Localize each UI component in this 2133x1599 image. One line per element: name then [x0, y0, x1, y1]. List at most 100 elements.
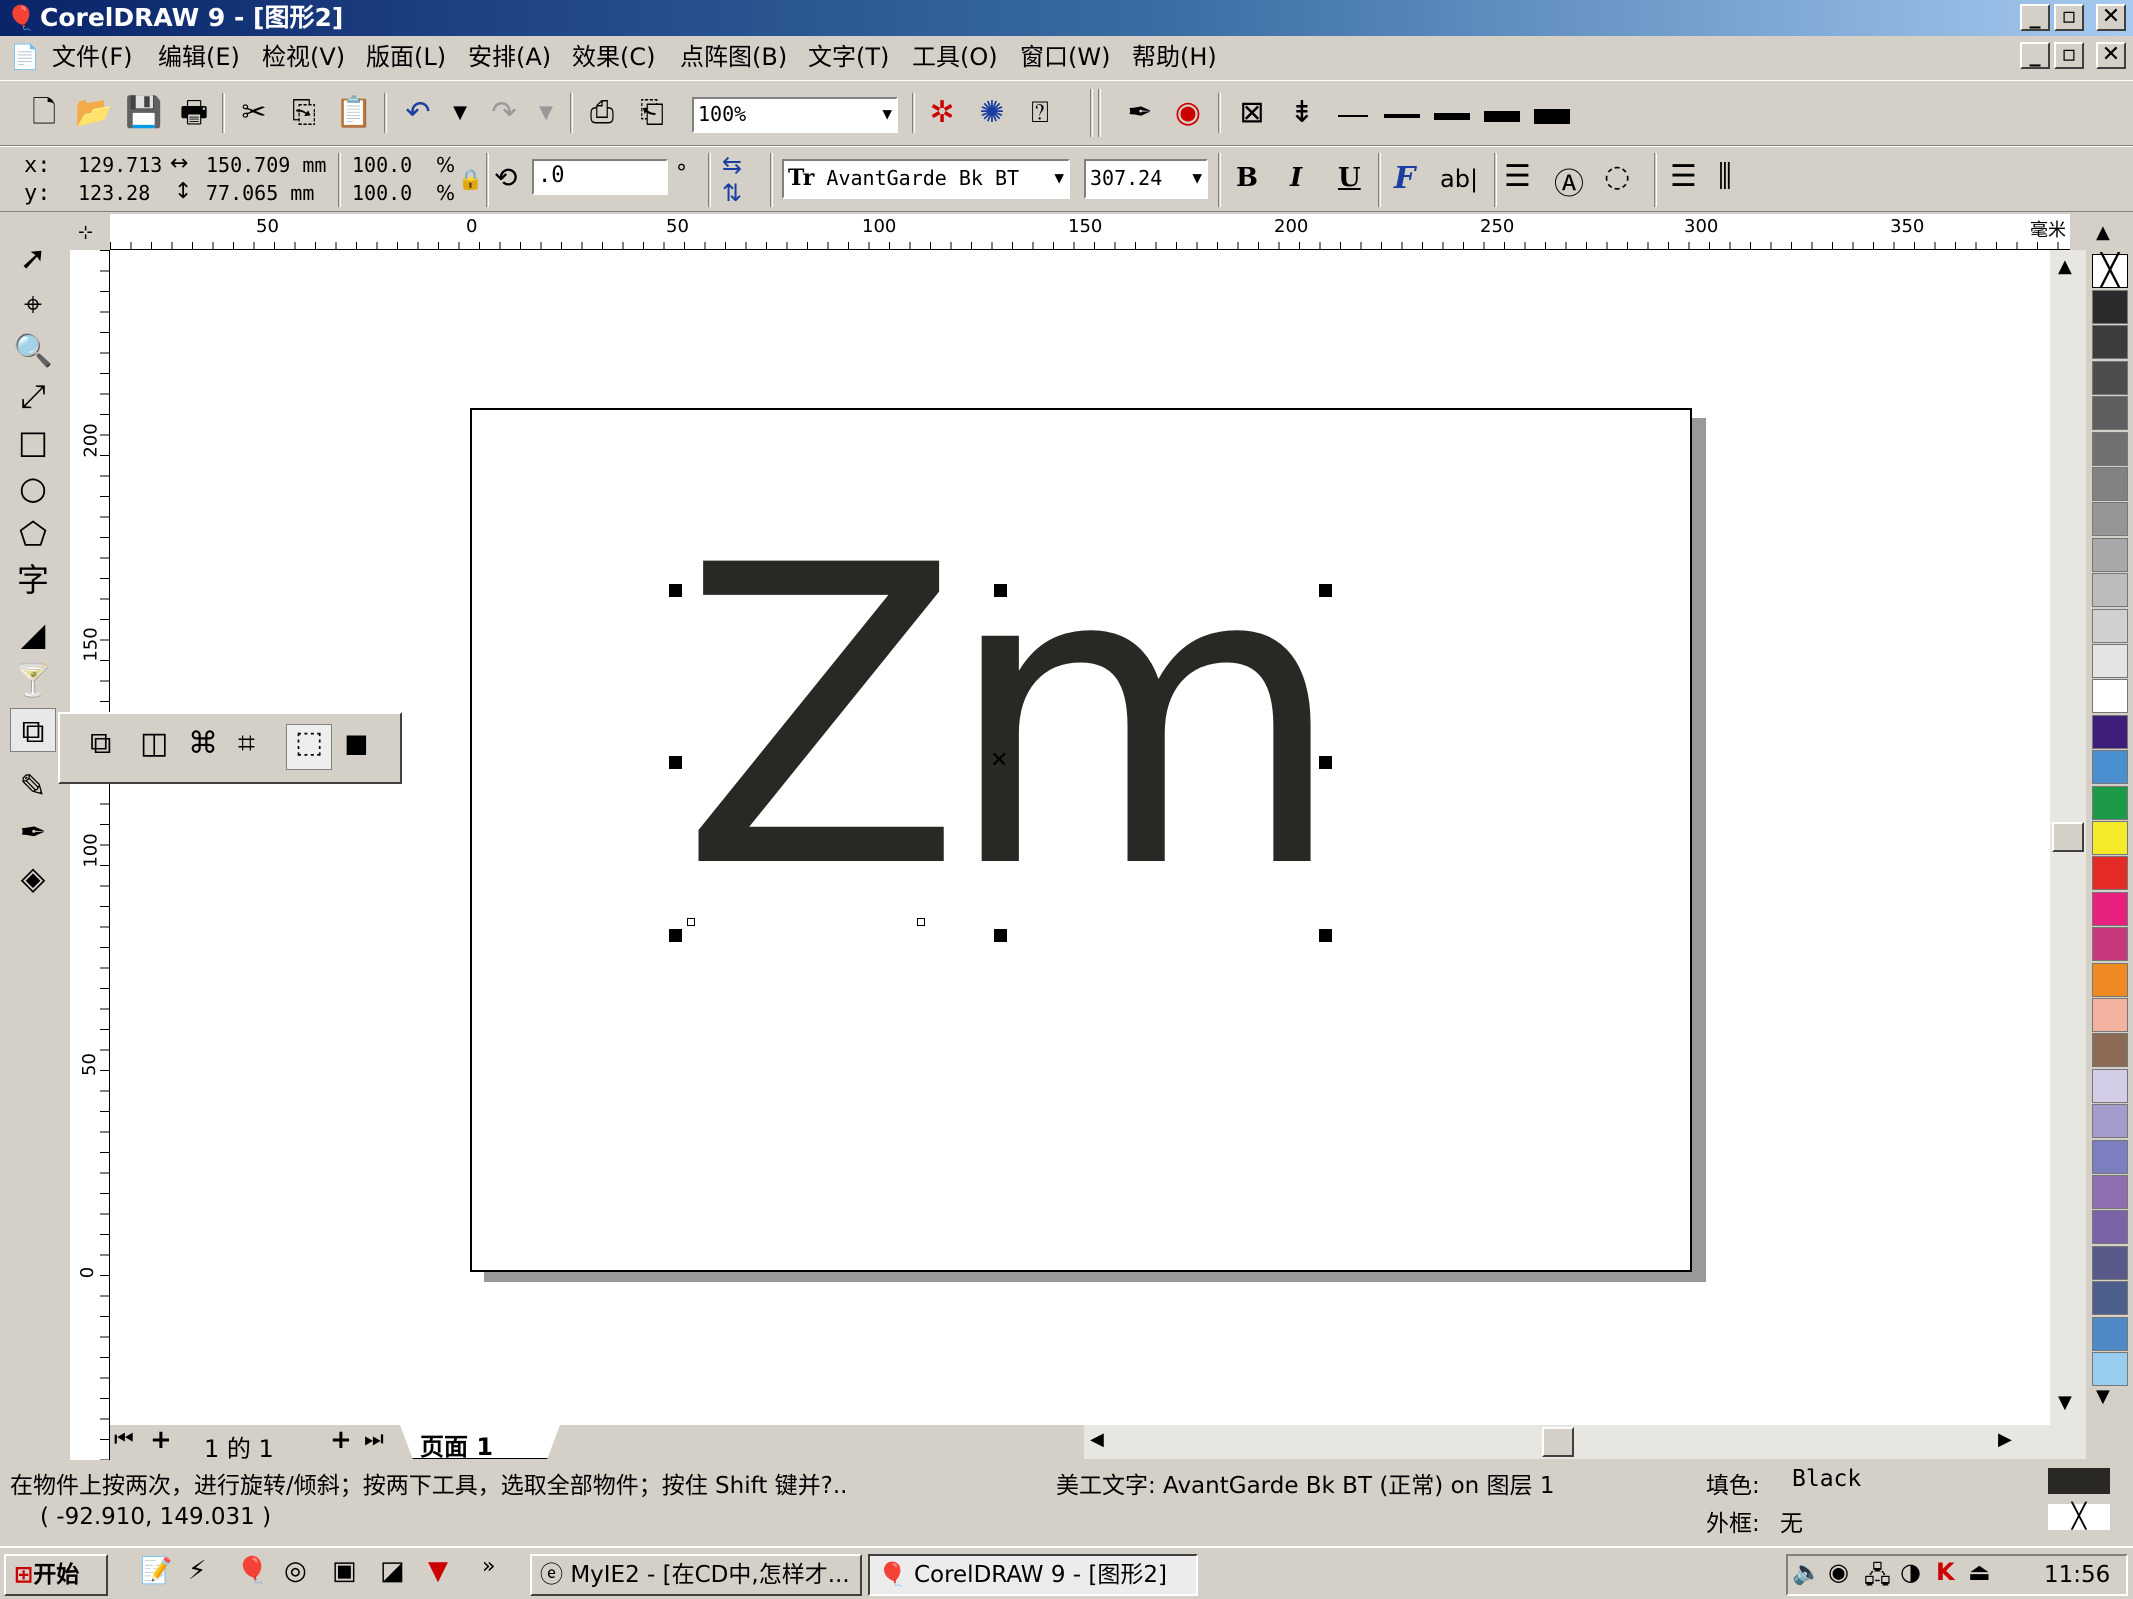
page-tab[interactable]: 页面 1 [400, 1425, 560, 1459]
selection-handle[interactable] [1319, 929, 1332, 942]
pick-tool-icon[interactable]: ➚ [10, 236, 56, 280]
color-swatch[interactable] [2092, 998, 2128, 1032]
no-color-swatch[interactable]: ╳ [2092, 254, 2128, 288]
paste-icon[interactable]: 📋 [334, 93, 374, 133]
rectangle-tool-icon[interactable]: □ [10, 420, 56, 464]
quicklaunch-app-icon[interactable]: ▣ [332, 1556, 357, 1586]
scroll-down-icon[interactable]: ▼ [2058, 1392, 2072, 1413]
interactive-extrude-icon[interactable]: ⬚ [286, 724, 332, 770]
palette-scroll-up-icon[interactable]: ▲ [2096, 222, 2110, 243]
outline-width-medium-icon[interactable] [1384, 114, 1420, 118]
artistic-text-icon[interactable]: Ⓐ [1554, 159, 1584, 203]
quicklaunch-app-icon[interactable]: ⚡ [188, 1556, 206, 1586]
color-swatch[interactable] [2092, 467, 2128, 501]
outline-tool-icon[interactable]: ✒ [10, 810, 56, 854]
outline-pen-icon[interactable]: ✒ [1120, 93, 1160, 133]
text-frame-icon[interactable]: ☰ [1504, 159, 1531, 194]
artistic-text-object[interactable]: Zm [680, 530, 1340, 980]
redo-dropdown-icon[interactable]: ▼ [526, 93, 566, 133]
interactive-blend-icon[interactable]: ⧉ [90, 726, 111, 761]
selection-handle[interactable] [1319, 756, 1332, 769]
font-select[interactable]: Tr AvantGarde Bk BT ▼ [782, 159, 1070, 199]
kaspersky-icon[interactable]: K [1936, 1558, 1955, 1586]
close-icon[interactable]: ✕ [2096, 4, 2126, 31]
color-swatch[interactable] [2092, 1068, 2128, 1103]
font-size-select[interactable]: 307.24 ▼ [1084, 159, 1208, 199]
fill-tool-icon[interactable]: ◈ [10, 856, 56, 900]
tray-app-icon[interactable]: ◉ [1828, 1558, 1849, 1586]
scale-y-field[interactable]: 100.0 [348, 181, 434, 207]
menu-view[interactable]: 检视(V) [262, 36, 345, 78]
restore-icon[interactable]: ▫ [2054, 4, 2084, 31]
corel-online-icon[interactable]: ✲ [922, 93, 962, 133]
application-launcher-icon[interactable]: ✺ [972, 93, 1012, 133]
outline-none-swatch[interactable]: ╳ [2048, 1504, 2110, 1530]
add-page-before-icon[interactable]: + [150, 1425, 172, 1455]
scale-x-field[interactable]: 100.0 [348, 153, 434, 179]
copy-icon[interactable]: ⎘ [284, 93, 324, 133]
redo-icon[interactable]: ↷ [484, 93, 524, 133]
italic-button[interactable]: I [1290, 163, 1302, 193]
interactive-contour-icon[interactable]: ◫ [140, 726, 168, 761]
menu-help[interactable]: 帮助(H) [1132, 36, 1217, 78]
quicklaunch-app-icon[interactable]: ◎ [284, 1556, 307, 1586]
color-swatch[interactable] [2092, 431, 2128, 466]
doc-close-icon[interactable]: ✕ [2096, 42, 2126, 69]
color-swatch[interactable] [2092, 1139, 2128, 1174]
color-swatch[interactable] [2092, 325, 2128, 360]
color-swatch[interactable] [2092, 679, 2128, 714]
interactive-drop-shadow-icon[interactable]: ◼ [344, 726, 369, 761]
vertical-scroll-thumb[interactable] [2052, 822, 2084, 852]
underline-button[interactable]: U [1338, 163, 1361, 193]
height-field[interactable]: 77.065 mm [202, 181, 332, 207]
selection-handle[interactable] [669, 929, 682, 942]
palette-scroll-down-icon[interactable]: ▼ [2096, 1386, 2110, 1407]
color-swatch[interactable] [2092, 714, 2128, 749]
quicklaunch-app-icon[interactable]: ◪ [380, 1556, 405, 1586]
color-swatch[interactable] [2092, 1210, 2128, 1245]
x-position-field[interactable]: 129.713 [74, 153, 172, 179]
selection-handle[interactable] [994, 584, 1007, 597]
mirror-horizontal-icon[interactable]: ⇆ [722, 151, 742, 179]
menu-bitmaps[interactable]: 点阵图(B) [680, 36, 787, 78]
menu-file[interactable]: 文件(F) [52, 36, 133, 78]
interactive-distortion-icon[interactable]: ⌘ [188, 726, 218, 761]
menu-effects[interactable]: 效果(C) [572, 36, 655, 78]
open-folder-icon[interactable]: 📂 [74, 93, 114, 133]
start-button[interactable]: ⊞开始 [4, 1554, 108, 1596]
new-file-icon[interactable]: 🗋 [24, 93, 64, 133]
menu-window[interactable]: 窗口(W) [1020, 36, 1110, 78]
horizontal-scrollbar[interactable]: ◀ ▶ [1084, 1425, 2086, 1459]
interactive-fill-icon[interactable]: ◢ [10, 612, 56, 656]
rotation-field[interactable]: .0 [532, 159, 668, 195]
scroll-up-icon[interactable]: ▲ [2058, 256, 2072, 277]
selection-handle[interactable] [994, 929, 1007, 942]
color-swatch[interactable] [2092, 962, 2128, 997]
more-quicklaunch-icon[interactable]: » [482, 1554, 495, 1579]
scroll-left-icon[interactable]: ◀ [1090, 1429, 1104, 1450]
color-swatch[interactable] [2092, 1175, 2128, 1209]
interactive-envelope-icon[interactable]: ⌗ [238, 726, 255, 761]
vertical-text-icon[interactable]: ⫼ [1718, 159, 1732, 194]
no-outline-icon[interactable]: ⊠ [1232, 93, 1272, 133]
quicklaunch-app-icon[interactable]: 🎈 [236, 1556, 268, 1586]
vertical-scrollbar[interactable]: ▲ ▼ [2050, 250, 2086, 1425]
selection-handle[interactable] [1319, 584, 1332, 597]
undo-icon[interactable]: ↶ [398, 93, 438, 133]
print-icon[interactable]: 🖶 [174, 93, 214, 133]
menu-tools[interactable]: 工具(O) [912, 36, 998, 78]
task-button-coreldraw[interactable]: 🎈 CorelDRAW 9 - [图形2] [868, 1554, 1198, 1596]
last-page-icon[interactable]: ⏭ [364, 1427, 384, 1452]
color-swatch[interactable] [2092, 891, 2128, 926]
color-swatch[interactable] [2092, 750, 2128, 785]
width-field[interactable]: 150.709 mm [202, 153, 332, 179]
color-swatch[interactable] [2092, 360, 2128, 395]
shape-tool-icon[interactable]: ⌖ [10, 282, 56, 326]
tray-app-icon[interactable]: ◑ [1900, 1558, 1921, 1586]
menu-layout[interactable]: 版面(L) [366, 36, 446, 78]
first-page-icon[interactable]: ⏮ [114, 1427, 134, 1452]
color-swatch[interactable] [2092, 573, 2128, 608]
horizontal-text-icon[interactable]: ☰ [1670, 159, 1697, 194]
format-text-icon[interactable]: F [1394, 161, 1415, 196]
transparency-tool-icon[interactable]: 🍸 [10, 658, 56, 702]
